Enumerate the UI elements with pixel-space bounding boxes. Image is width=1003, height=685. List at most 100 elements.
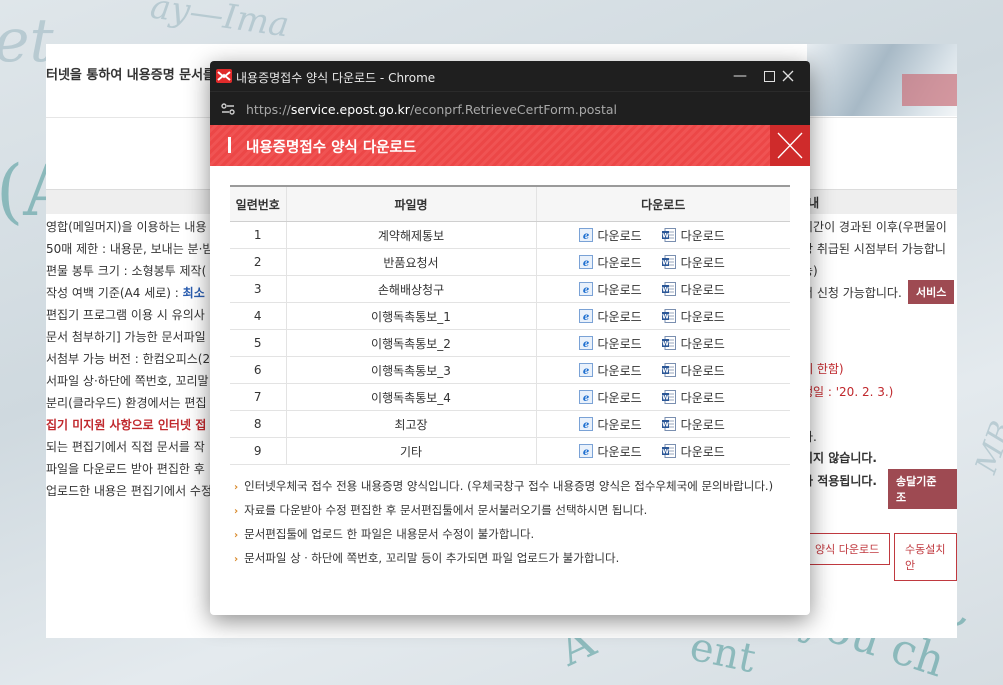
popup-close-button[interactable] — [770, 125, 810, 166]
download-word-link[interactable]: W 다운로드 — [661, 389, 725, 406]
row-download-cell: e 다운로드 W 다운로드 — [535, 329, 790, 357]
download-popup-window: 내용증명접수 양식 다운로드 - Chrome — https://servic… — [210, 61, 810, 615]
banner-accent-bar — [228, 137, 231, 153]
download-hwp-link[interactable]: e 다운로드 — [578, 308, 642, 325]
notice-item: › 인터넷우체국 접수 전용 내용증명 양식입니다. (우체국창구 접수 내용증명… — [234, 479, 774, 493]
restore-button[interactable] — [718, 61, 775, 91]
row-number: 7 — [230, 383, 286, 411]
background-criteria-button[interactable]: 송달기준 조 — [888, 469, 957, 509]
download-label: 다운로드 — [680, 444, 725, 459]
download-label: 다운로드 — [680, 363, 725, 378]
site-info-icon[interactable] — [220, 101, 236, 117]
ie-file-icon: e — [578, 228, 593, 242]
download-hwp-link[interactable]: e 다운로드 — [578, 254, 642, 271]
url-text[interactable]: https://service.epost.go.kr/econprf.Retr… — [246, 102, 617, 117]
download-label: 다운로드 — [597, 255, 642, 270]
download-label: 다운로드 — [680, 417, 725, 432]
download-label: 다운로드 — [680, 336, 725, 351]
download-hwp-link[interactable]: e 다운로드 — [578, 362, 642, 379]
table-row: 3 손해배상청구 e 다운로드 W 다운로드 — [230, 275, 790, 303]
notice-item: › 문서편집툴에 업로드 한 파일은 내용문서 수정이 불가합니다. — [234, 527, 535, 541]
row-filename: 기타 — [285, 437, 536, 465]
download-hwp-link[interactable]: e 다운로드 — [578, 389, 642, 406]
window-titlebar[interactable]: 내용증명접수 양식 다운로드 - Chrome — — [210, 61, 810, 91]
ie-file-icon: e — [578, 390, 593, 404]
popup-header-title: 내용증명접수 양식 다운로드 — [246, 140, 417, 156]
download-word-link[interactable]: W 다운로드 — [661, 443, 725, 460]
download-word-link[interactable]: W 다운로드 — [661, 362, 725, 379]
svg-text:W: W — [662, 341, 669, 348]
svg-text:e: e — [582, 312, 588, 323]
svg-text:W: W — [662, 287, 669, 294]
epost-logo-icon — [216, 69, 232, 83]
row-download-cell: e 다운로드 W 다운로드 — [535, 437, 790, 465]
download-word-link[interactable]: W 다운로드 — [661, 281, 725, 298]
background-text-line: 기간이 경과된 이후(우편물이 — [802, 220, 947, 234]
background-manual-install-button[interactable]: 수동설치 안 — [894, 533, 957, 581]
background-form-download-button[interactable]: 양식 다운로드 — [804, 533, 891, 565]
table-row: 7 이행독촉통보_4 e 다운로드 W 다운로드 — [230, 383, 790, 411]
svg-text:e: e — [582, 366, 588, 377]
download-hwp-link[interactable]: e 다운로드 — [578, 416, 642, 433]
download-hwp-link[interactable]: e 다운로드 — [578, 227, 642, 244]
row-number: 1 — [230, 221, 286, 249]
ie-file-icon: e — [578, 309, 593, 323]
download-label: 다운로드 — [597, 228, 642, 243]
background-service-button[interactable]: 서비스 — [908, 280, 955, 304]
address-bar[interactable]: https://service.epost.go.kr/econprf.Retr… — [210, 91, 810, 126]
background-text-line: 상 취급된 시점부터 가능합니 — [802, 242, 946, 256]
svg-text:W: W — [662, 395, 669, 402]
download-label: 다운로드 — [597, 390, 642, 405]
download-hwp-link[interactable]: e 다운로드 — [578, 335, 642, 352]
download-label: 다운로드 — [597, 336, 642, 351]
download-hwp-link[interactable]: e 다운로드 — [578, 443, 642, 460]
background-text-line: 편집기 프로그램 이용 시 유의사 — [46, 308, 205, 322]
download-label: 다운로드 — [680, 282, 725, 297]
download-hwp-link[interactable]: e 다운로드 — [578, 281, 642, 298]
row-number: 2 — [230, 248, 286, 276]
download-label: 다운로드 — [680, 390, 725, 405]
ie-file-icon: e — [578, 255, 593, 269]
row-download-cell: e 다운로드 W 다운로드 — [535, 221, 790, 249]
row-filename: 손해배상청구 — [285, 275, 536, 303]
svg-text:e: e — [582, 258, 588, 269]
row-filename: 최고장 — [285, 410, 536, 438]
table-row: 6 이행독촉통보_3 e 다운로드 W 다운로드 — [230, 356, 790, 384]
download-word-link[interactable]: W 다운로드 — [661, 335, 725, 352]
ie-file-icon: e — [578, 336, 593, 350]
column-header-download: 다운로드 — [535, 185, 790, 222]
background-text-line: 작성 여백 기준(A4 세로) : 최소 — [46, 286, 205, 300]
row-download-cell: e 다운로드 W 다운로드 — [535, 383, 790, 411]
row-download-cell: e 다운로드 W 다운로드 — [535, 302, 790, 330]
form-download-table: 일련번호 파일명 다운로드 1 계약해제통보 e 다운로드 W 다운로드 2 반품요청서 e 다운… — [230, 185, 790, 465]
download-label: 다운로드 — [597, 282, 642, 297]
background-text-line: 서첨부 가능 버전 : 한컴오피스(2 — [46, 352, 211, 366]
download-word-link[interactable]: W 다운로드 — [661, 416, 725, 433]
download-word-link[interactable]: W 다운로드 — [661, 227, 725, 244]
row-download-cell: e 다운로드 W 다운로드 — [535, 410, 790, 438]
table-row: 4 이행독촉통보_1 e 다운로드 W 다운로드 — [230, 302, 790, 330]
word-file-icon: W — [661, 255, 676, 269]
word-file-icon: W — [661, 228, 676, 242]
download-word-link[interactable]: W 다운로드 — [661, 254, 725, 271]
desktop-watermark: ay—Ima — [147, 0, 292, 46]
popup-header-banner: 내용증명접수 양식 다운로드 — [210, 125, 810, 166]
window-close-button[interactable] — [766, 61, 810, 91]
background-text-line: 영합(메일머지)을 이용하는 내용 — [46, 220, 207, 234]
svg-text:W: W — [662, 422, 669, 429]
download-label: 다운로드 — [680, 255, 725, 270]
word-file-icon: W — [661, 417, 676, 431]
background-hero-image — [807, 44, 957, 116]
word-file-icon: W — [661, 336, 676, 350]
row-number: 5 — [230, 329, 286, 357]
word-file-icon: W — [661, 282, 676, 296]
row-filename: 계약해제통보 — [285, 221, 536, 249]
download-word-link[interactable]: W 다운로드 — [661, 308, 725, 325]
row-filename: 반품요청서 — [285, 248, 536, 276]
background-text-line: 문서 첨부하기] 가능한 문서파일 — [46, 330, 206, 344]
ie-file-icon: e — [578, 363, 593, 377]
table-row: 8 최고장 e 다운로드 W 다운로드 — [230, 410, 790, 438]
row-filename: 이행독촉통보_1 — [285, 302, 536, 330]
svg-text:W: W — [662, 260, 669, 267]
background-text-line: 가 적용됩니다. — [802, 474, 877, 488]
